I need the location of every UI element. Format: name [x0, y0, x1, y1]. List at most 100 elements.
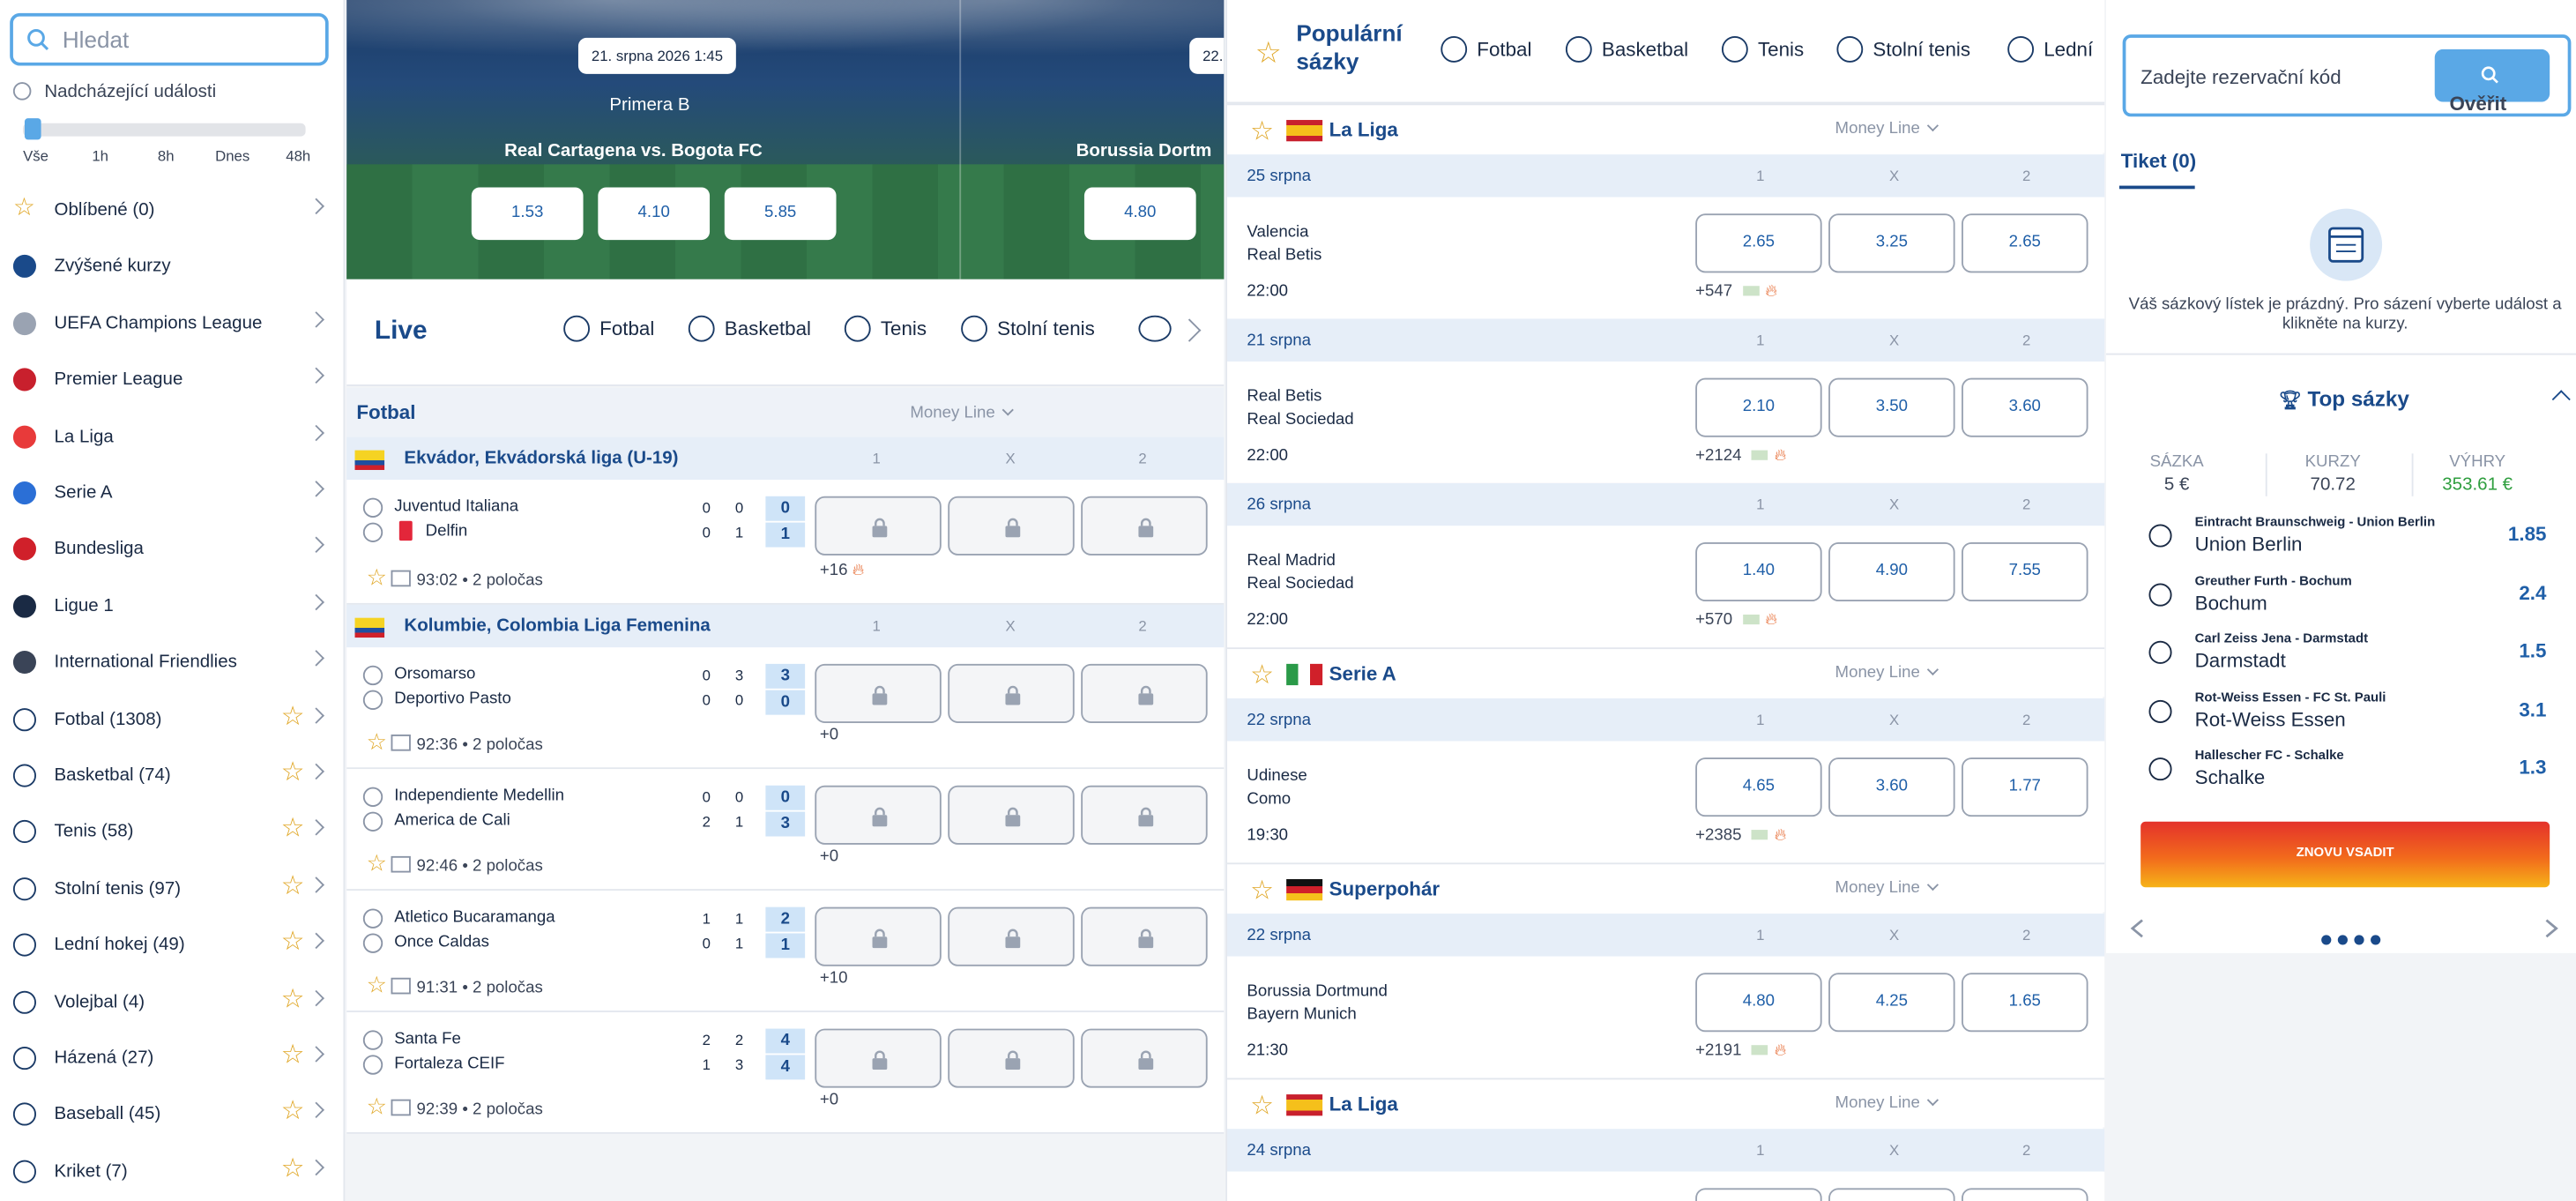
- stats-icon[interactable]: [390, 734, 411, 751]
- sidebar-item-7[interactable]: Ligue 1: [0, 578, 345, 634]
- more-markets[interactable]: +2385 🔥︎: [1695, 826, 1786, 844]
- top-bet-row[interactable]: Hallescher FC - Schalke Schalke 1.3: [2106, 749, 2576, 808]
- odds-button[interactable]: 1.65: [1962, 973, 2088, 1033]
- time-tick-3[interactable]: Dnes: [215, 148, 249, 165]
- stats-icon[interactable]: [390, 855, 411, 873]
- more-markets[interactable]: +2191 🔥︎: [1695, 1041, 1786, 1059]
- sidebar-item-15[interactable]: Házená (27) ☆: [0, 1030, 345, 1085]
- sidebar-item-10[interactable]: Basketbal (74) ☆: [0, 748, 345, 803]
- favorite-star-icon[interactable]: ☆: [281, 1099, 305, 1125]
- market-select[interactable]: Money Line: [1835, 1094, 1939, 1113]
- odds-button[interactable]: 7.55: [1962, 541, 2088, 602]
- odds-button[interactable]: 4.80: [1695, 973, 1822, 1033]
- league-name[interactable]: Ekvádor, Ekvádorská liga (U-19): [404, 449, 678, 468]
- live-match-row[interactable]: Orsomarso Deportivo Pasto 0 3 3 0 0 0 ☆ 92:36 • 2…: [346, 647, 1225, 770]
- odds-button[interactable]: [1695, 1188, 1822, 1201]
- league-name[interactable]: La Liga: [1329, 1093, 1398, 1115]
- stats-icon[interactable]: [390, 977, 411, 995]
- sidebar-item-17[interactable]: Kriket (7) ☆: [0, 1144, 345, 1199]
- odds-button[interactable]: 3.60: [1828, 757, 1955, 817]
- sidebar-item-6[interactable]: Bundesliga: [0, 521, 345, 577]
- odds-button[interactable]: 1.40: [1695, 541, 1822, 602]
- more-markets[interactable]: +0: [820, 848, 838, 866]
- tab-ticket[interactable]: Tiket (0): [2121, 150, 2196, 173]
- favorite-star-icon[interactable]: ☆: [1250, 659, 1274, 691]
- market-select[interactable]: Money Line: [1835, 878, 1939, 897]
- sidebar-item-16[interactable]: Baseball (45) ☆: [0, 1087, 345, 1143]
- more-markets[interactable]: +10: [820, 969, 848, 987]
- tab-popular-lední[interactable]: Lední: [2007, 35, 2093, 63]
- favorite-star-icon[interactable]: ☆: [1250, 874, 1274, 906]
- tab-live-basketbal[interactable]: Basketbal: [688, 315, 811, 342]
- time-tick-4[interactable]: 48h: [286, 148, 310, 165]
- league-group-header[interactable]: ☆ La Liga Money Line: [1227, 1078, 2105, 1128]
- sidebar-item-9[interactable]: Fotbal (1308) ☆: [0, 691, 345, 747]
- more-markets[interactable]: +547 🔥︎: [1695, 283, 1777, 301]
- league-name[interactable]: La Liga: [1329, 118, 1398, 141]
- favorite-star-icon[interactable]: ☆: [1250, 1090, 1274, 1123]
- time-tick-2[interactable]: 8h: [158, 148, 175, 165]
- odds-button[interactable]: 2.65: [1962, 213, 2088, 273]
- search-box[interactable]: Hledat: [10, 12, 329, 66]
- sidebar-item-5[interactable]: Serie A: [0, 465, 345, 520]
- carousel-dots[interactable]: [2321, 923, 2387, 953]
- banner-teams[interactable]: Borussia Dortm: [1076, 141, 1212, 160]
- more-markets[interactable]: +2124 🔥︎: [1695, 447, 1786, 465]
- league-group-header[interactable]: ☆ Serie A Money Line: [1227, 647, 2105, 697]
- league-group-header[interactable]: ☆ La Liga Money Line: [1227, 103, 2105, 153]
- sidebar-item-1[interactable]: Zvýšené kurzy: [0, 239, 345, 295]
- sidebar-item-14[interactable]: Volejbal (4) ☆: [0, 973, 345, 1029]
- live-match-row[interactable]: Juventud Italiana Delfin 0 0 0 0 1 1 ☆ 93:02 • 2 …: [346, 480, 1225, 605]
- odds-button[interactable]: 4.90: [1828, 541, 1955, 602]
- sidebar-item-4[interactable]: La Liga: [0, 408, 345, 464]
- banner-odds-button[interactable]: 4.10: [598, 187, 711, 241]
- favorite-star-icon[interactable]: ☆: [281, 760, 305, 787]
- top-bet-row[interactable]: Greuther Furth - Bochum Bochum 2.4: [2106, 573, 2576, 632]
- tab-live-tenis[interactable]: Tenis: [844, 315, 927, 342]
- tab-live-fotbal[interactable]: Fotbal: [563, 315, 654, 342]
- rebet-button[interactable]: ZNOVU VSADIT: [2140, 821, 2550, 888]
- favorite-star-icon[interactable]: ☆: [281, 986, 305, 1012]
- league-name[interactable]: Kolumbie, Colombia Liga Femenina: [404, 616, 710, 636]
- match-row[interactable]: Real Madrid Real Sociedad 22:00 1.40 4.90 7.5…: [1227, 526, 2105, 648]
- odds-button[interactable]: 3.60: [1962, 377, 2088, 437]
- tab-live-stolní-tenis[interactable]: Stolní tenis: [961, 315, 1095, 342]
- sidebar-item-13[interactable]: Lední hokej (49) ☆: [0, 917, 345, 973]
- tab-popular-stolní-tenis[interactable]: Stolní tenis: [1836, 35, 1970, 63]
- collapse-icon[interactable]: [2551, 390, 2571, 409]
- verify-button[interactable]: Ověřit: [2434, 48, 2550, 115]
- odds-button[interactable]: 1.77: [1962, 757, 2088, 817]
- favorite-star-icon[interactable]: ☆: [367, 1093, 387, 1119]
- time-tick-1[interactable]: 1h: [92, 148, 108, 165]
- tab-popular-basketbal[interactable]: Basketbal: [1565, 35, 1688, 63]
- favorite-star-icon[interactable]: ☆: [281, 873, 305, 899]
- odds-button[interactable]: 4.25: [1828, 973, 1955, 1033]
- tab-popular-fotbal[interactable]: Fotbal: [1441, 35, 1531, 63]
- sidebar-item-8[interactable]: International Friendlies: [0, 635, 345, 690]
- time-filter-slider[interactable]: [23, 118, 306, 140]
- sidebar-item-3[interactable]: Premier League: [0, 352, 345, 407]
- favorite-star-icon[interactable]: ☆: [281, 817, 305, 843]
- market-select[interactable]: Money Line: [1835, 119, 1939, 138]
- carousel-prev-icon[interactable]: [2126, 917, 2152, 940]
- top-bet-row[interactable]: Eintracht Braunschweig - Union Berlin Uni…: [2106, 514, 2576, 573]
- favorite-star-icon[interactable]: ☆: [281, 929, 305, 956]
- odds-button[interactable]: 4.65: [1695, 757, 1822, 817]
- banner-odds-button[interactable]: 5.85: [724, 187, 837, 241]
- more-markets[interactable]: +16 🔥︎: [820, 562, 864, 579]
- match-row[interactable]: Valencia Real Betis 22:00 2.65 3.25 2.65 +547 🔥…: [1227, 197, 2105, 319]
- stats-icon[interactable]: [390, 1099, 411, 1116]
- booking-code-input[interactable]: Zadejte rezervační kód: [2140, 66, 2341, 89]
- sidebar-item-0[interactable]: ☆ Oblíbené (0): [0, 183, 345, 238]
- tab-popular-tenis[interactable]: Tenis: [1721, 35, 1804, 63]
- favorite-star-icon[interactable]: ☆: [281, 1156, 305, 1182]
- sidebar-item-12[interactable]: Stolní tenis (97) ☆: [0, 861, 345, 916]
- league-group-header[interactable]: ☆ Superpohár Money Line: [1227, 862, 2105, 913]
- live-match-row[interactable]: Independiente Medellin America de Cali 0 0 0…: [346, 769, 1225, 891]
- favorite-star-icon[interactable]: ☆: [281, 1042, 305, 1069]
- banner-teams[interactable]: Real Cartagena vs. Bogota FC: [504, 141, 763, 160]
- market-select[interactable]: Money Line: [1835, 663, 1939, 682]
- match-row[interactable]: Borussia Dortmund Bayern Munich 21:30 4.80 4…: [1227, 956, 2105, 1078]
- match-row[interactable]: Udinese Como 19:30 4.65 3.60 1.77 +2385 🔥︎: [1227, 741, 2105, 863]
- more-markets[interactable]: +570 🔥︎: [1695, 611, 1777, 629]
